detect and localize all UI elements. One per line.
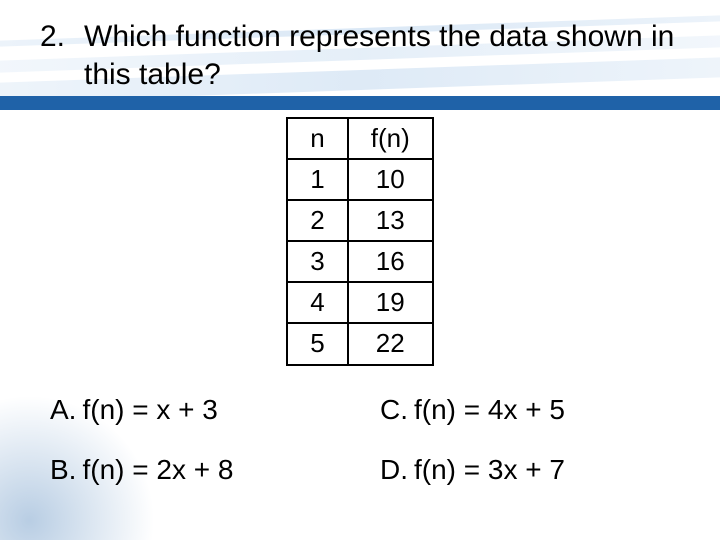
question: 2. Which function represents the data sh…: [40, 18, 680, 93]
slide-content: 2. Which function represents the data sh…: [0, 0, 720, 540]
table-row: 4 19: [287, 282, 432, 323]
choice-expression: f(n) = 4x + 5: [414, 394, 565, 426]
cell-n: 2: [287, 200, 347, 241]
cell-fn: 16: [348, 241, 433, 282]
cell-n: 5: [287, 323, 347, 364]
choice-a: A. f(n) = x + 3: [50, 394, 340, 426]
data-table-wrap: n f(n) 1 10 2 13 3 16 4 19 5 22: [40, 117, 680, 366]
choice-d: D. f(n) = 3x + 7: [380, 454, 670, 486]
table-row: 2 13: [287, 200, 432, 241]
cell-fn: 22: [348, 323, 433, 364]
choice-label: D.: [380, 454, 408, 486]
table-row: 1 10: [287, 159, 432, 200]
choice-expression: f(n) = 2x + 8: [82, 454, 233, 486]
data-table: n f(n) 1 10 2 13 3 16 4 19 5 22: [286, 117, 433, 366]
cell-n: 1: [287, 159, 347, 200]
cell-fn: 19: [348, 282, 433, 323]
question-number: 2.: [40, 18, 84, 93]
choice-b: B. f(n) = 2x + 8: [50, 454, 340, 486]
table-row: n f(n): [287, 118, 432, 159]
cell-fn: 13: [348, 200, 433, 241]
table-row: 5 22: [287, 323, 432, 364]
table-header-n: n: [287, 118, 347, 159]
choice-label: C.: [380, 394, 408, 426]
choice-expression: f(n) = 3x + 7: [414, 454, 565, 486]
choice-label: A.: [50, 394, 76, 426]
table-header-fn: f(n): [348, 118, 433, 159]
choice-label: B.: [50, 454, 76, 486]
choice-c: C. f(n) = 4x + 5: [380, 394, 670, 426]
table-row: 3 16: [287, 241, 432, 282]
answer-choices: A. f(n) = x + 3 C. f(n) = 4x + 5 B. f(n)…: [40, 394, 680, 486]
cell-n: 3: [287, 241, 347, 282]
cell-fn: 10: [348, 159, 433, 200]
cell-n: 4: [287, 282, 347, 323]
choice-expression: f(n) = x + 3: [82, 394, 217, 426]
question-text: Which function represents the data shown…: [84, 18, 680, 93]
